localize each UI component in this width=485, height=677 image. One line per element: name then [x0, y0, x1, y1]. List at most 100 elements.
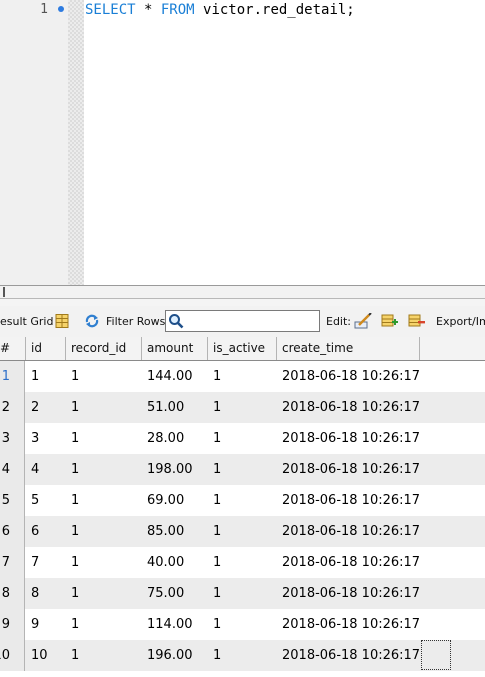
cell-create-time[interactable]: 2018-06-18 10:26:17 — [277, 516, 420, 547]
cell-id[interactable]: 6 — [26, 516, 39, 547]
table-row[interactable]: 5 5 1 69.00 1 2018-06-18 10:26:17 — [0, 485, 485, 516]
cell-create-time[interactable]: 2018-06-18 10:26:17 — [277, 547, 420, 578]
sql-code-line[interactable]: SELECT * FROM victor.red_detail; — [85, 2, 355, 18]
column-header-row-number[interactable]: # — [0, 337, 26, 360]
cell-amount[interactable]: 114.00 — [142, 609, 193, 640]
cell-amount[interactable]: 69.00 — [142, 485, 184, 516]
edit-label: Edit: — [326, 315, 352, 328]
panel-splitter[interactable] — [0, 299, 485, 306]
row-number[interactable]: 4 — [0, 454, 25, 485]
row-number[interactable]: 2 — [0, 392, 25, 423]
table-row[interactable]: 6 6 1 85.00 1 2018-06-18 10:26:17 — [0, 516, 485, 547]
code-table-name: victor.red_detail; — [194, 2, 355, 18]
table-row[interactable]: 8 8 1 75.00 1 2018-06-18 10:26:17 — [0, 578, 485, 609]
grid-header: # id record_id amount is_active create_t… — [0, 337, 485, 361]
cell-is-active[interactable]: 1 — [208, 640, 221, 671]
cell-create-time[interactable]: 2018-06-18 10:26:17 — [277, 485, 420, 516]
column-header-amount[interactable]: amount — [142, 337, 208, 360]
cell-amount[interactable]: 198.00 — [142, 454, 193, 485]
row-number[interactable]: 9 — [0, 609, 25, 640]
keyword-select: SELECT — [85, 2, 136, 18]
line-marker-dot-icon — [58, 6, 64, 12]
sql-editor[interactable]: 1 SELECT * FROM victor.red_detail; — [0, 0, 485, 285]
cell-id[interactable]: 4 — [26, 454, 39, 485]
search-icon — [169, 314, 184, 329]
filter-rows-input[interactable] — [165, 310, 320, 332]
edit-row-icon[interactable] — [354, 312, 372, 329]
cell-create-time[interactable]: 2018-06-18 10:26:17 — [277, 361, 420, 392]
column-header-is-active[interactable]: is_active — [208, 337, 277, 360]
cell-amount[interactable]: 28.00 — [142, 423, 184, 454]
cell-create-time[interactable]: 2018-06-18 10:26:17 — [277, 640, 420, 671]
cell-is-active[interactable]: 1 — [208, 609, 221, 640]
row-number[interactable]: 1 — [0, 361, 25, 392]
editor-horizontal-scrollbar[interactable] — [0, 285, 485, 299]
cell-create-time[interactable]: 2018-06-18 10:26:17 — [277, 578, 420, 609]
cell-record-id[interactable]: 1 — [66, 454, 79, 485]
cell-amount[interactable]: 85.00 — [142, 516, 184, 547]
cell-record-id[interactable]: 1 — [66, 485, 79, 516]
cell-is-active[interactable]: 1 — [208, 516, 221, 547]
cell-record-id[interactable]: 1 — [66, 392, 79, 423]
row-number[interactable]: 6 — [0, 516, 25, 547]
cell-amount[interactable]: 75.00 — [142, 578, 184, 609]
row-number[interactable]: 3 — [0, 423, 25, 454]
cell-record-id[interactable]: 1 — [66, 516, 79, 547]
table-row[interactable]: 10 10 1 196.00 1 2018-06-18 10:26:17 — [0, 640, 485, 671]
line-number-gutter: 1 — [0, 0, 68, 285]
table-row[interactable]: 4 4 1 198.00 1 2018-06-18 10:26:17 — [0, 454, 485, 485]
cell-id[interactable]: 3 — [26, 423, 39, 454]
row-number[interactable]: 7 — [0, 547, 25, 578]
cell-create-time[interactable]: 2018-06-18 10:26:17 — [277, 454, 420, 485]
delete-row-icon[interactable] — [408, 313, 425, 329]
cell-record-id[interactable]: 1 — [66, 578, 79, 609]
column-header-create-time[interactable]: create_time — [277, 337, 420, 360]
cell-amount[interactable]: 40.00 — [142, 547, 184, 578]
cell-is-active[interactable]: 1 — [208, 547, 221, 578]
cell-id[interactable]: 10 — [26, 640, 48, 671]
cell-amount[interactable]: 51.00 — [142, 392, 184, 423]
cell-record-id[interactable]: 1 — [66, 361, 79, 392]
filter-rows-label: Filter Rows: — [106, 315, 170, 328]
table-row[interactable]: 9 9 1 114.00 1 2018-06-18 10:26:17 — [0, 609, 485, 640]
column-header-record-id[interactable]: record_id — [66, 337, 142, 360]
cell-record-id[interactable]: 1 — [66, 423, 79, 454]
table-row[interactable]: 1 1 1 144.00 1 2018-06-18 10:26:17 — [0, 361, 485, 392]
scrollbar-thumb[interactable] — [3, 287, 5, 297]
table-row[interactable]: 2 2 1 51.00 1 2018-06-18 10:26:17 — [0, 392, 485, 423]
add-row-icon[interactable] — [381, 313, 398, 329]
column-header-id[interactable]: id — [26, 337, 66, 360]
cell-create-time[interactable]: 2018-06-18 10:26:17 — [277, 423, 420, 454]
focused-empty-cell[interactable] — [421, 640, 451, 670]
row-number[interactable]: 10 — [0, 640, 25, 671]
cell-amount[interactable]: 144.00 — [142, 361, 193, 392]
row-number[interactable]: 8 — [0, 578, 25, 609]
cell-id[interactable]: 1 — [26, 361, 39, 392]
cell-record-id[interactable]: 1 — [66, 640, 79, 671]
result-grid-tab[interactable]: esult Grid — [0, 315, 53, 328]
cell-record-id[interactable]: 1 — [66, 609, 79, 640]
cell-is-active[interactable]: 1 — [208, 578, 221, 609]
refresh-filter-icon[interactable] — [84, 313, 100, 329]
cell-id[interactable]: 2 — [26, 392, 39, 423]
cell-id[interactable]: 7 — [26, 547, 39, 578]
export-import-label[interactable]: Export/Im — [436, 315, 485, 328]
cell-is-active[interactable]: 1 — [208, 361, 221, 392]
cell-create-time[interactable]: 2018-06-18 10:26:17 — [277, 392, 420, 423]
table-row[interactable]: 7 7 1 40.00 1 2018-06-18 10:26:17 — [0, 547, 485, 578]
row-number[interactable]: 5 — [0, 485, 25, 516]
code-star: * — [135, 2, 161, 18]
cell-is-active[interactable]: 1 — [208, 485, 221, 516]
cell-id[interactable]: 8 — [26, 578, 39, 609]
table-row[interactable]: 3 3 1 28.00 1 2018-06-18 10:26:17 — [0, 423, 485, 454]
cell-is-active[interactable]: 1 — [208, 392, 221, 423]
cell-id[interactable]: 9 — [26, 609, 39, 640]
cell-id[interactable]: 5 — [26, 485, 39, 516]
cell-amount[interactable]: 196.00 — [142, 640, 193, 671]
result-toolbar: esult Grid Filter Rows: Edit: Export/Im — [0, 306, 485, 337]
grid-icon[interactable] — [54, 313, 70, 329]
cell-record-id[interactable]: 1 — [66, 547, 79, 578]
cell-create-time[interactable]: 2018-06-18 10:26:17 — [277, 609, 420, 640]
cell-is-active[interactable]: 1 — [208, 423, 221, 454]
cell-is-active[interactable]: 1 — [208, 454, 221, 485]
